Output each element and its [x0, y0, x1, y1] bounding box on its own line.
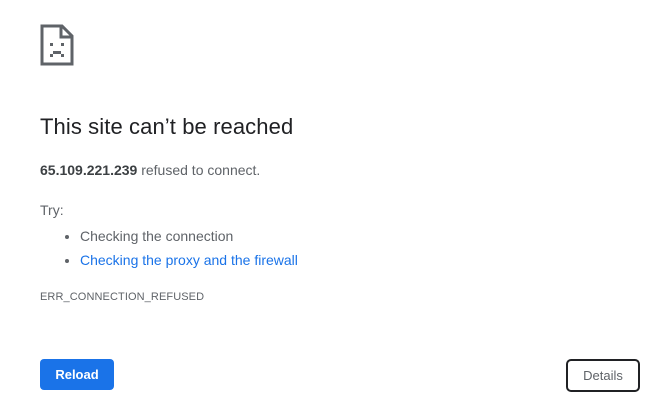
suggestion-check-connection: Checking the connection	[80, 224, 298, 248]
try-label: Try:	[40, 202, 64, 218]
proxy-firewall-link[interactable]: Checking the proxy and the firewall	[80, 252, 298, 268]
summary-suffix: refused to connect.	[137, 162, 261, 178]
details-button[interactable]: Details	[566, 359, 640, 392]
suggestion-check-proxy-firewall[interactable]: Checking the proxy and the firewall	[80, 248, 298, 272]
reload-button[interactable]: Reload	[40, 359, 114, 390]
suggestion-label: Checking the connection	[80, 228, 234, 244]
error-heading: This site can’t be reached	[40, 114, 294, 139]
error-page: This site can’t be reached 65.109.221.23…	[0, 0, 666, 420]
suggestions-list: Checking the connection Checking the pro…	[40, 224, 298, 272]
sad-page-icon	[40, 24, 74, 66]
error-summary: 65.109.221.239 refused to connect.	[40, 162, 260, 178]
host-address: 65.109.221.239	[40, 162, 138, 178]
error-code: ERR_CONNECTION_REFUSED	[40, 291, 205, 303]
